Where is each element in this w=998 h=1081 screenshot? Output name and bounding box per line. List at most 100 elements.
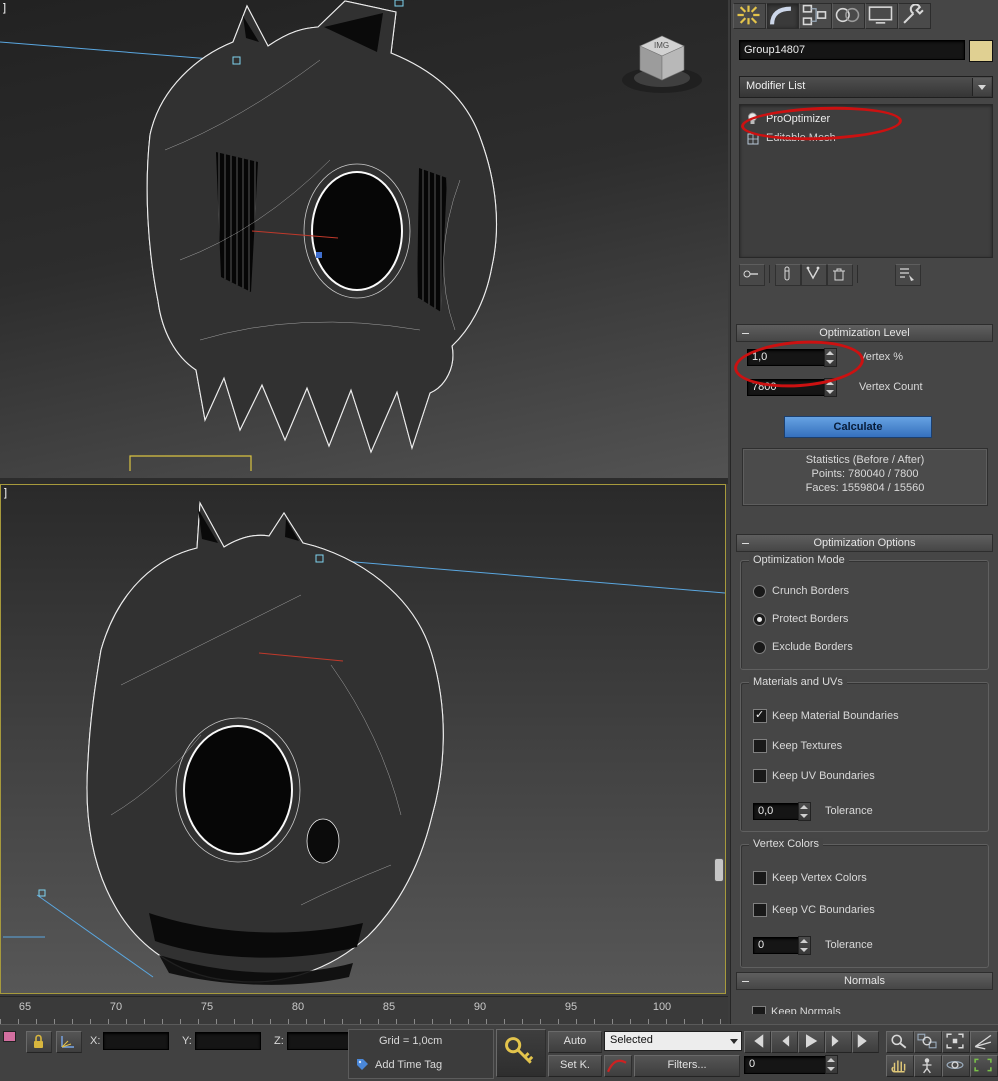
current-time-field[interactable]: 0 <box>744 1056 828 1074</box>
orbit-button[interactable] <box>942 1055 970 1077</box>
uv-tolerance-spinner[interactable] <box>798 802 811 821</box>
rollout-optimization-options[interactable]: Optimization Options <box>736 534 993 552</box>
uv-tolerance-field[interactable]: 0,0 <box>753 803 801 820</box>
modifier-stack[interactable]: ProOptimizer Editable Mesh <box>739 104 993 258</box>
vc-tolerance-field[interactable]: 0 <box>753 937 801 954</box>
add-time-tag[interactable]: Add Time Tag <box>375 1059 442 1071</box>
tab-utilities[interactable] <box>898 3 931 29</box>
checkbox-label[interactable]: Keep Material Boundaries <box>772 710 899 722</box>
go-to-end-button[interactable] <box>852 1031 879 1053</box>
tab-modify[interactable] <box>766 3 799 29</box>
rollout-title: Optimization Options <box>813 537 916 549</box>
zoom-button[interactable] <box>886 1031 914 1053</box>
vertex-count-spinner[interactable] <box>824 378 837 397</box>
vertex-count-field[interactable]: 7800 <box>747 379 827 396</box>
vertex-count-label: Vertex Count <box>859 381 923 393</box>
checkbox-keep-uv-boundaries[interactable] <box>753 769 767 783</box>
ruler-number: 75 <box>200 1001 214 1013</box>
mini-listener[interactable] <box>3 1031 16 1042</box>
group-title: Vertex Colors <box>749 838 824 850</box>
tab-hierarchy[interactable] <box>799 3 832 29</box>
checkbox-label[interactable]: Keep Vertex Colors <box>772 872 867 884</box>
statistics-points: Points: 780040 / 7800 <box>811 468 919 480</box>
make-unique-button[interactable] <box>801 264 827 286</box>
radio-label[interactable]: Crunch Borders <box>772 585 849 597</box>
modifier-list-label: Modifier List <box>746 80 806 92</box>
vertex-percent-label: Vertex % <box>859 351 904 363</box>
checkbox-keep-vertex-colors[interactable] <box>753 871 767 885</box>
ruler-number: 90 <box>473 1001 487 1013</box>
next-frame-button[interactable] <box>825 1031 852 1053</box>
y-coord-field[interactable] <box>195 1032 261 1050</box>
rollout-title: Optimization Level <box>819 327 910 339</box>
show-end-result-button[interactable] <box>775 264 801 286</box>
absolute-mode-button[interactable] <box>56 1031 82 1053</box>
vertex-percent-field[interactable]: 1,0 <box>747 349 827 366</box>
calculate-button[interactable]: Calculate <box>784 416 932 438</box>
editable-mesh-icon <box>747 133 759 145</box>
play-icon <box>806 1034 818 1048</box>
panel-scroll-grip[interactable] <box>714 858 724 882</box>
viewport-top[interactable]: IMG ] <box>0 0 728 478</box>
radio-crunch-borders[interactable] <box>753 585 766 598</box>
z-coord-field[interactable] <box>287 1032 353 1050</box>
scene-cube-gizmo: IMG <box>622 35 702 93</box>
checkbox-keep-material-boundaries[interactable] <box>753 708 767 723</box>
selection-filter-combo[interactable]: Selected <box>604 1031 742 1051</box>
rollout-optimization-level[interactable]: Optimization Level <box>736 324 993 342</box>
go-to-start-button[interactable] <box>744 1031 771 1053</box>
modifier-stack-row-editable-mesh[interactable]: Editable Mesh <box>740 129 992 148</box>
play-button[interactable] <box>798 1031 825 1053</box>
key-filters-button[interactable]: Filters... <box>634 1055 740 1077</box>
radio-label[interactable]: Exclude Borders <box>772 641 853 653</box>
vertex-percent-spinner[interactable] <box>824 348 837 367</box>
checkbox-label[interactable]: Keep Textures <box>772 740 842 752</box>
lock-icon <box>34 1034 43 1048</box>
prev-frame-icon <box>780 1035 790 1047</box>
statistics-title: Statistics (Before / After) <box>805 454 925 466</box>
auto-key-button[interactable]: Auto <box>548 1031 602 1053</box>
zoom-all-button[interactable] <box>914 1031 942 1053</box>
set-keys-button[interactable] <box>496 1029 546 1077</box>
pan-button[interactable] <box>886 1055 914 1077</box>
modifier-list-dropdown[interactable]: Modifier List <box>739 76 993 98</box>
field-of-view-button[interactable] <box>970 1031 998 1053</box>
checkbox-keep-normals[interactable] <box>752 1006 766 1014</box>
zoom-extents-icon <box>946 1033 964 1049</box>
checkbox-label[interactable]: Keep VC Boundaries <box>772 904 875 916</box>
maximize-viewport-button[interactable] <box>970 1055 998 1077</box>
viewport-bottom[interactable]: ] <box>0 484 726 994</box>
walk-through-button[interactable] <box>914 1055 942 1077</box>
tab-display[interactable] <box>865 3 898 29</box>
chevron-down-icon[interactable] <box>972 78 991 96</box>
set-key-mode-button[interactable]: Set K. <box>548 1055 602 1077</box>
object-name-field[interactable]: Group14807 <box>739 40 965 60</box>
current-time-spinner[interactable] <box>825 1055 838 1074</box>
x-coord-field[interactable] <box>103 1032 169 1050</box>
pin-stack-button[interactable] <box>739 264 765 286</box>
tolerance-label: Tolerance <box>825 805 873 817</box>
vc-tolerance-spinner[interactable] <box>798 936 811 955</box>
tab-create[interactable] <box>733 3 766 29</box>
radio-protect-borders[interactable] <box>753 613 766 626</box>
checkbox-label[interactable]: Keep UV Boundaries <box>772 770 875 782</box>
modifier-toggle-lightbulb-icon[interactable] <box>746 112 759 126</box>
key-tangents-button[interactable] <box>604 1055 632 1077</box>
ruler-number: 70 <box>109 1001 123 1013</box>
checkbox-keep-textures[interactable] <box>753 739 767 753</box>
configure-modifier-sets-button[interactable] <box>895 264 921 286</box>
previous-frame-button[interactable] <box>771 1031 798 1053</box>
object-color-swatch[interactable] <box>969 40 993 62</box>
modifier-stack-row-prooptimizer[interactable]: ProOptimizer <box>740 110 992 129</box>
remove-modifier-button[interactable] <box>827 264 853 286</box>
create-icon <box>737 5 760 25</box>
zoom-extents-button[interactable] <box>942 1031 970 1053</box>
selection-lock-button[interactable] <box>26 1031 52 1053</box>
rollout-normals[interactable]: Normals <box>736 972 993 990</box>
wireframe-skull-bottom <box>3 501 725 985</box>
tab-motion[interactable] <box>832 3 865 29</box>
checkbox-keep-vc-boundaries[interactable] <box>753 903 767 917</box>
radio-exclude-borders[interactable] <box>753 641 766 654</box>
timeline-ruler[interactable]: 65 70 75 80 85 90 95 100 <box>0 996 728 1026</box>
radio-label[interactable]: Protect Borders <box>772 613 848 625</box>
